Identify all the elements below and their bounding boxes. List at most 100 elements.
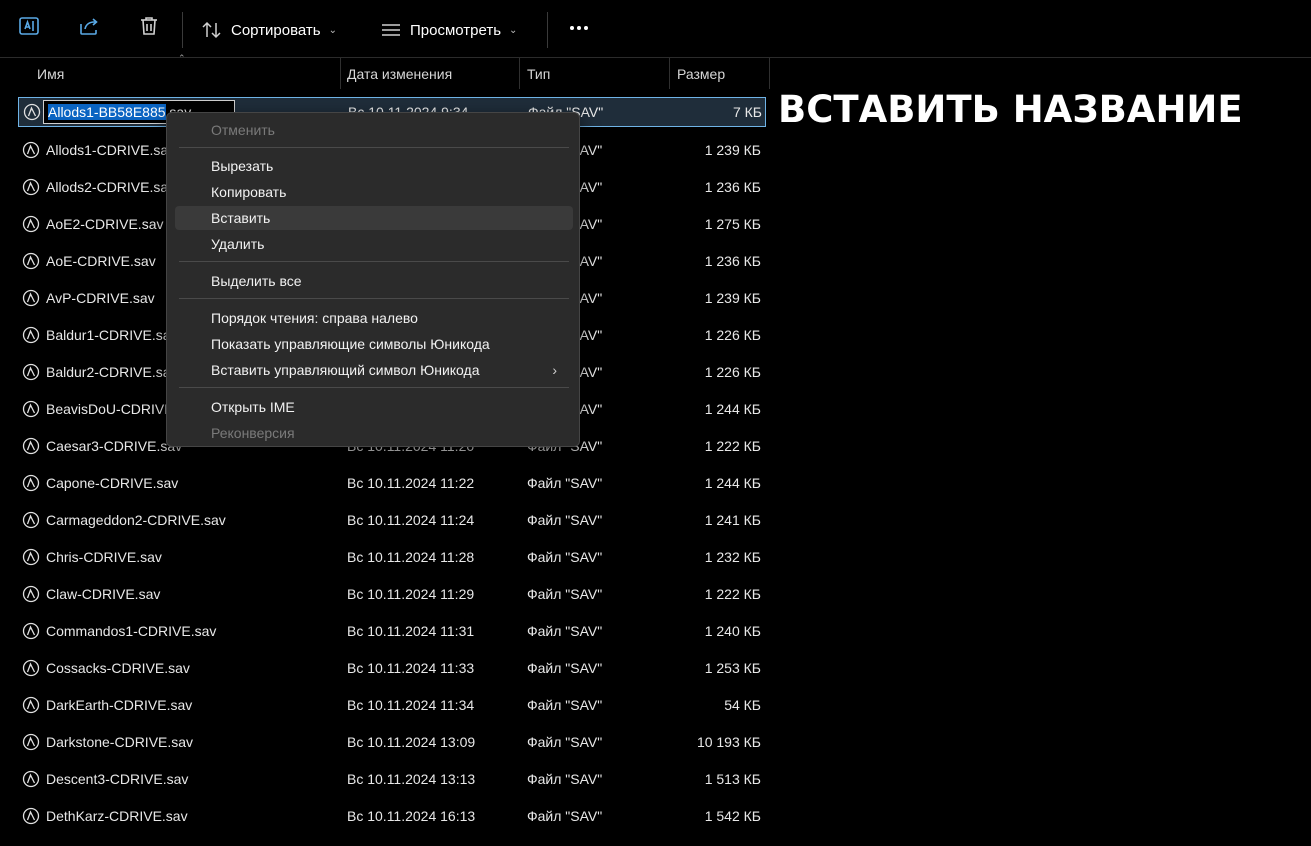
menu-item-open-ime[interactable]: Открыть IME bbox=[175, 395, 573, 419]
menu-separator bbox=[179, 387, 569, 388]
file-name-text: AoE-CDRIVE.sav bbox=[46, 252, 156, 269]
overlay-caption: ВСТАВИТЬ НАЗВАНИЕ bbox=[778, 88, 1243, 131]
file-date: Вс 10.11.2024 11:34 bbox=[347, 696, 475, 713]
file-type-icon bbox=[23, 103, 47, 121]
file-type-icon bbox=[22, 326, 46, 344]
file-date: Вс 10.11.2024 13:13 bbox=[347, 770, 476, 787]
menu-item-insert-unicode[interactable]: Вставить управляющий символ Юникода › bbox=[175, 358, 573, 382]
file-name: Baldur2-CDRIVE.sav bbox=[22, 353, 178, 390]
file-size: 1 275 КБ bbox=[704, 215, 761, 232]
file-name-text: Claw-CDRIVE.sav bbox=[46, 585, 161, 602]
file-name-text: Cossacks-CDRIVE.sav bbox=[46, 659, 190, 676]
file-name-text: Allods2-CDRIVE.sav bbox=[46, 178, 176, 195]
menu-item-insert-unicode-label: Вставить управляющий символ Юникода bbox=[211, 362, 480, 378]
file-row[interactable]: Chris-CDRIVE.sav Вс 10.11.2024 11:28 Файл … bbox=[18, 538, 766, 575]
file-name: Darkstone-CDRIVE.sav bbox=[22, 723, 193, 760]
menu-item-delete[interactable]: Удалить bbox=[175, 232, 573, 256]
file-size: 1 244 КБ bbox=[704, 474, 761, 491]
file-name-text: Carmageddon2-CDRIVE.sav bbox=[46, 511, 226, 528]
file-name: AvP-CDRIVE.sav bbox=[22, 279, 155, 316]
column-date[interactable]: Дата изменения bbox=[340, 58, 520, 89]
ai-rename-icon[interactable] bbox=[17, 14, 41, 38]
column-type[interactable]: Тип bbox=[520, 58, 670, 89]
file-date: Вс 10.11.2024 11:24 bbox=[347, 511, 475, 528]
file-name: Cossacks-CDRIVE.sav bbox=[22, 649, 190, 686]
more-icon[interactable] bbox=[567, 18, 591, 38]
file-type-icon bbox=[22, 474, 46, 492]
file-row[interactable]: Commandos1-CDRIVE.sav Вс 10.11.2024 11:31… bbox=[18, 612, 766, 649]
column-date-label: Дата изменения bbox=[347, 65, 453, 82]
file-name: Caesar3-CDRIVE.sav bbox=[22, 427, 182, 464]
menu-item-show-unicode[interactable]: Показать управляющие символы Юникода bbox=[175, 332, 573, 356]
view-label: Просмотреть bbox=[410, 21, 502, 39]
file-size: 1 239 КБ bbox=[704, 289, 761, 306]
file-row[interactable]: Cossacks-CDRIVE.sav Вс 10.11.2024 11:33 Фа… bbox=[18, 649, 766, 686]
file-date: Вс 10.11.2024 11:31 bbox=[347, 622, 475, 639]
file-name: Allods1-CDRIVE.sav bbox=[22, 131, 175, 168]
chevron-down-icon: ⌄ bbox=[509, 24, 518, 36]
file-type-icon bbox=[22, 585, 46, 603]
file-name-text: Commandos1-CDRIVE.sav bbox=[46, 622, 217, 639]
file-type-icon bbox=[22, 511, 46, 529]
file-size: 1 240 КБ bbox=[704, 622, 761, 639]
file-size: 54 КБ bbox=[724, 696, 761, 713]
share-icon[interactable] bbox=[77, 14, 101, 38]
sort-button[interactable]: Сортировать ⌄ bbox=[201, 16, 337, 44]
view-list-icon bbox=[382, 24, 400, 36]
menu-item-cut[interactable]: Вырезать bbox=[175, 154, 573, 178]
file-date: Вс 10.11.2024 11:28 bbox=[347, 548, 475, 565]
file-type-icon bbox=[22, 178, 46, 196]
file-name: DethKarz-CDRIVE.sav bbox=[22, 797, 188, 834]
file-name: Commandos1-CDRIVE.sav bbox=[22, 612, 216, 649]
file-name: Descent3-CDRIVE.sav bbox=[22, 760, 188, 797]
menu-item-copy[interactable]: Копировать bbox=[175, 180, 573, 204]
file-type-icon bbox=[22, 770, 46, 788]
file-name: Carmageddon2-CDRIVE.sav bbox=[22, 501, 226, 538]
menu-item-select-all[interactable]: Выделить все bbox=[175, 269, 573, 293]
file-row[interactable]: DethKarz-CDRIVE.sav Вс 10.11.2024 16:13 Фа… bbox=[18, 797, 766, 834]
column-name[interactable]: Имя bbox=[30, 58, 341, 89]
menu-separator bbox=[179, 147, 569, 148]
file-name-text: AvP-CDRIVE.sav bbox=[46, 289, 155, 306]
file-size: 1 226 КБ bbox=[704, 363, 761, 380]
file-row[interactable]: Darkstone-CDRIVE.sav Вс 10.11.2024 13:09 Ф… bbox=[18, 723, 766, 760]
file-name-text: Chris-CDRIVE.sav bbox=[46, 548, 162, 565]
column-size-label: Размер bbox=[677, 65, 726, 82]
file-name-text: DarkEarth-CDRIVE.sav bbox=[46, 696, 193, 713]
file-row[interactable]: Claw-CDRIVE.sav Вс 10.11.2024 11:29 Файл "… bbox=[18, 575, 766, 612]
sort-icon bbox=[202, 21, 221, 39]
file-date: Вс 10.11.2024 13:09 bbox=[347, 733, 476, 750]
file-type-icon bbox=[22, 659, 46, 677]
file-type-icon bbox=[22, 807, 46, 825]
file-size: 1 253 КБ bbox=[704, 659, 761, 676]
file-name: Capone-CDRIVE.sav bbox=[22, 464, 178, 501]
file-name-text: DethKarz-CDRIVE.sav bbox=[46, 807, 188, 824]
file-name-text: Darkstone-CDRIVE.sav bbox=[46, 733, 194, 750]
file-row[interactable]: DarkEarth-CDRIVE.sav Вс 10.11.2024 11:34 Ф… bbox=[18, 686, 766, 723]
trash-icon[interactable] bbox=[137, 14, 161, 38]
column-size[interactable]: Размер bbox=[670, 58, 770, 89]
menu-item-paste[interactable]: Вставить bbox=[175, 206, 573, 230]
file-size: 1 244 КБ bbox=[704, 400, 761, 417]
file-name-text: Caesar3-CDRIVE.sav bbox=[46, 437, 183, 454]
file-type-icon bbox=[22, 548, 46, 566]
file-size: 1 222 КБ bbox=[704, 585, 761, 602]
file-size: 1 226 КБ bbox=[704, 326, 761, 343]
command-bar: Сортировать ⌄ Просмотреть ⌄ bbox=[0, 0, 1311, 58]
file-row[interactable]: Descent3-CDRIVE.sav Вс 10.11.2024 13:13 Фа… bbox=[18, 760, 766, 797]
file-name-text: Capone-CDRIVE.sav bbox=[46, 474, 179, 491]
file-name-text: Descent3-CDRIVE.sav bbox=[46, 770, 189, 787]
file-row[interactable]: Carmageddon2-CDRIVE.sav Вс 10.11.2024 11:… bbox=[18, 501, 766, 538]
file-date: Вс 10.11.2024 11:33 bbox=[347, 659, 475, 676]
file-name-text: Baldur2-CDRIVE.sav bbox=[46, 363, 178, 380]
file-size: 10 193 КБ bbox=[696, 733, 761, 750]
file-row[interactable]: Capone-CDRIVE.sav Вс 10.11.2024 11:22 Файл… bbox=[18, 464, 766, 501]
file-name-text: Baldur1-CDRIVE.sav bbox=[46, 326, 178, 343]
menu-item-rtl-order[interactable]: Порядок чтения: справа налево bbox=[175, 306, 573, 330]
file-type-icon bbox=[22, 733, 46, 751]
file-name: DarkEarth-CDRIVE.sav bbox=[22, 686, 192, 723]
view-button[interactable]: Просмотреть ⌄ bbox=[380, 16, 517, 44]
file-size: 7 КБ bbox=[732, 104, 762, 120]
file-type-icon bbox=[22, 363, 46, 381]
file-type-icon bbox=[22, 252, 46, 270]
